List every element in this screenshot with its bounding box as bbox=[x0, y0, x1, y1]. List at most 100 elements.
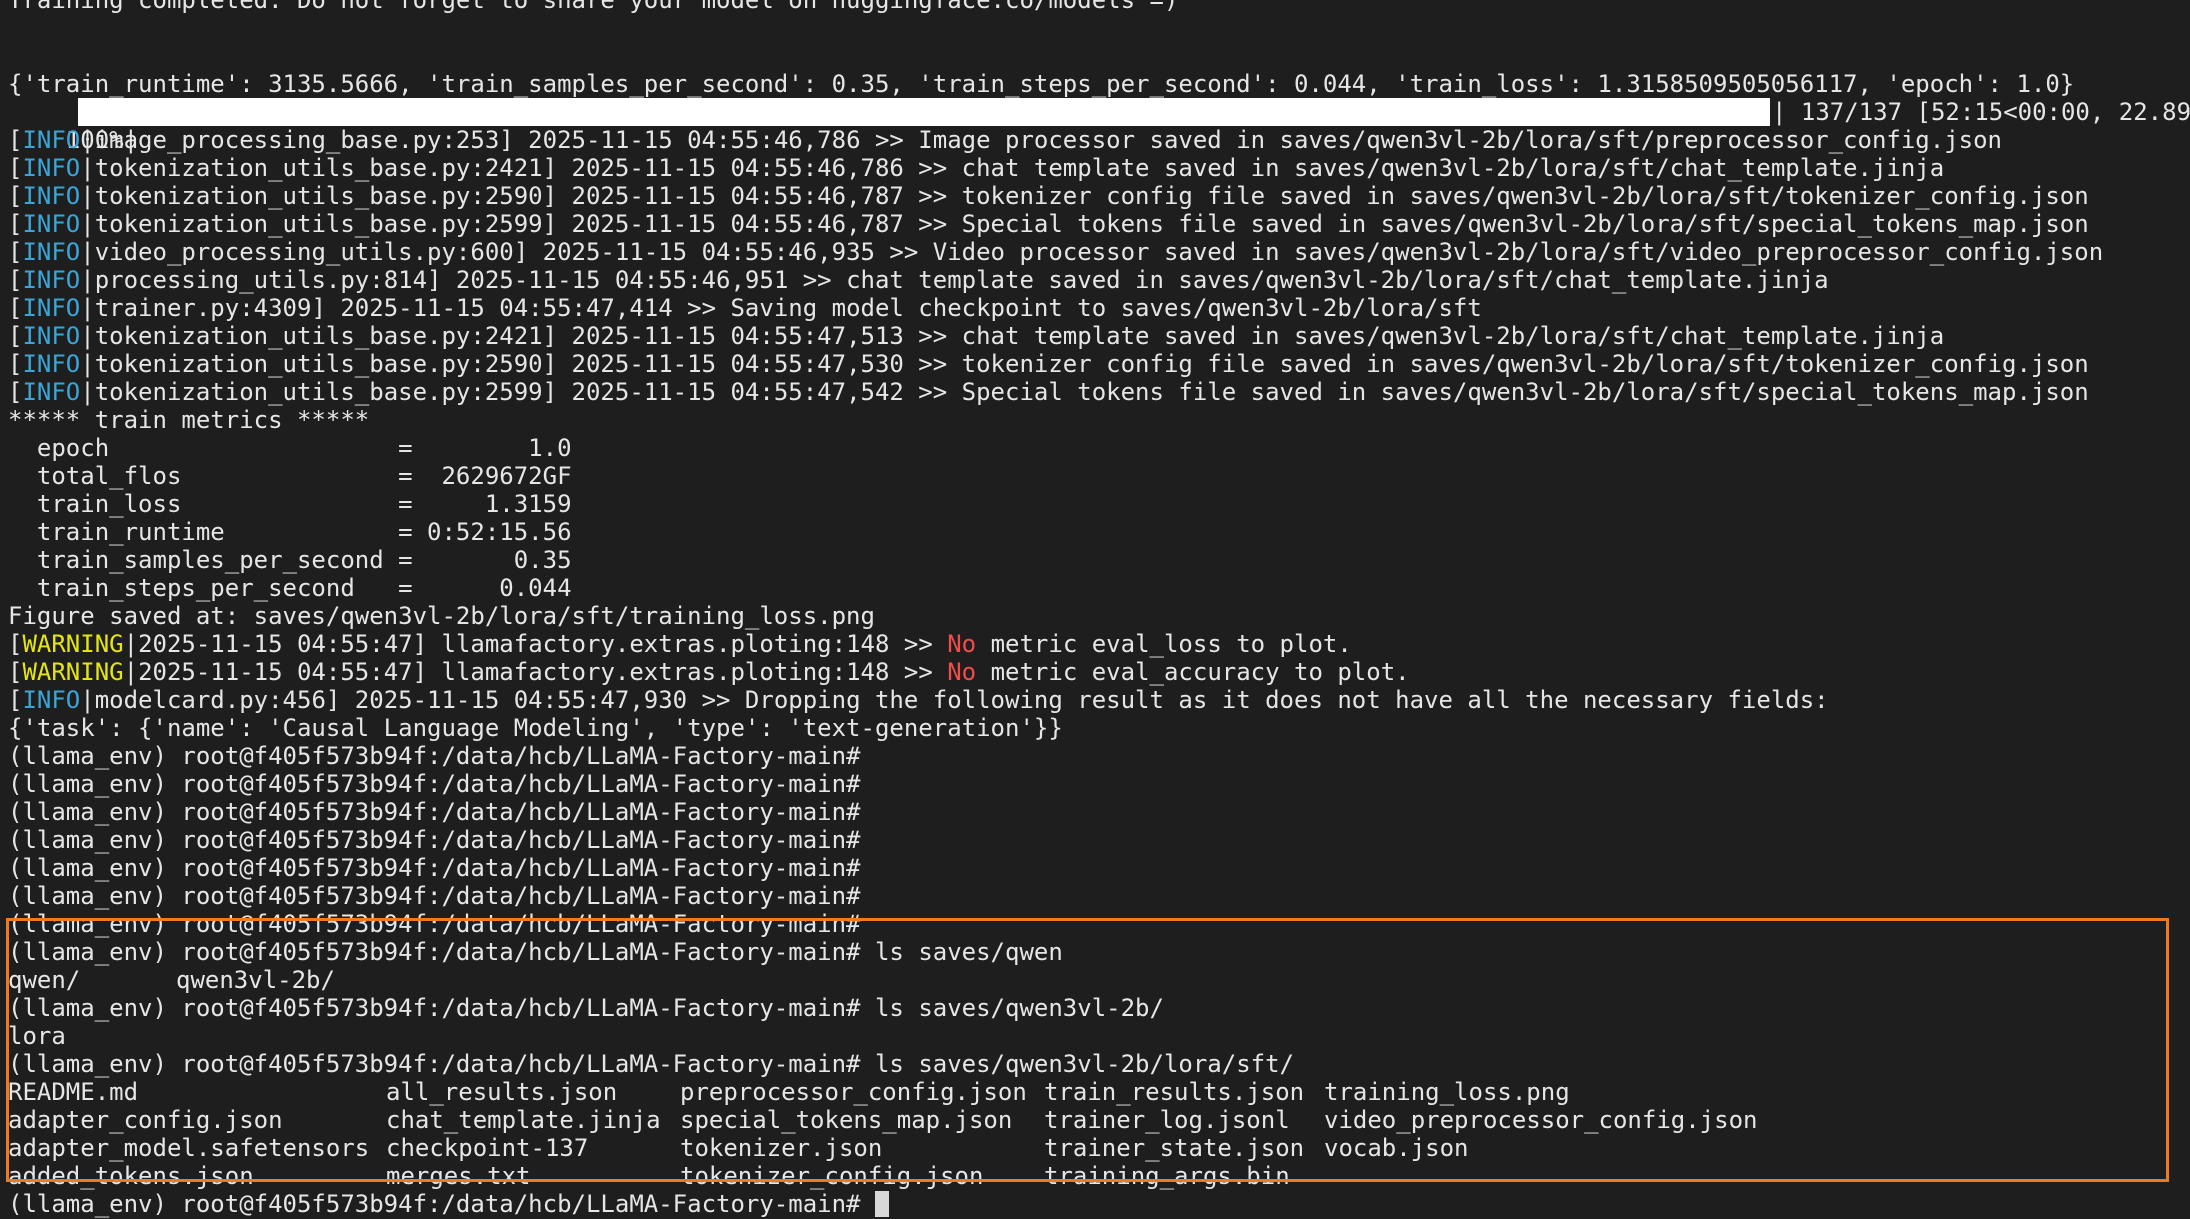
cursor bbox=[874, 1191, 889, 1217]
modelcard-log-line: [INFO|modelcard.py:456] 2025-11-15 04:55… bbox=[8, 686, 1829, 714]
listing-row: adapter_model.safetensors checkpoint-137 t… bbox=[8, 1134, 1469, 1162]
file-entry: video_preprocessor_config.json bbox=[1324, 1106, 1758, 1134]
prompt: (llama_env) root@f405f573b94f:/data/hcb/… bbox=[8, 994, 861, 1022]
log-line: [INFO|tokenization_utils_base.py:2599] 2… bbox=[8, 378, 2089, 406]
file-entry: special_tokens_map.json bbox=[680, 1106, 1013, 1134]
metric-epoch: epoch = 1.0 bbox=[8, 434, 572, 462]
info-tag: INFO bbox=[22, 686, 81, 714]
listing-row: README.md all_results.json preprocessor_co… bbox=[8, 1078, 1570, 1106]
log-text: modelcard.py:456] 2025-11-15 04:55:47,93… bbox=[94, 686, 1829, 714]
figure-saved-line: Figure saved at: saves/qwen3vl-2b/lora/s… bbox=[8, 602, 875, 630]
log-text: trainer.py:4309] 2025-11-15 04:55:47,414… bbox=[94, 294, 1482, 322]
command-text: ls saves/qwen bbox=[860, 938, 1063, 966]
log-line: [INFO|tokenization_utils_base.py:2590] 2… bbox=[8, 182, 2089, 210]
log-line: [INFO|image_processing_base.py:253] 2025… bbox=[8, 126, 2002, 154]
warning-line: [WARNING|2025-11-15 04:55:47] llamafacto… bbox=[8, 658, 1410, 686]
file-entry: adapter_model.safetensors bbox=[8, 1134, 370, 1162]
file-entry: all_results.json bbox=[386, 1078, 618, 1106]
prompt-line: (llama_env) root@f405f573b94f:/data/hcb/… bbox=[8, 742, 861, 770]
current-prompt-line[interactable]: (llama_env) root@f405f573b94f:/data/hcb/… bbox=[8, 1190, 889, 1218]
prompt-line: (llama_env) root@f405f573b94f:/data/hcb/… bbox=[8, 854, 861, 882]
metric-train-loss: train_loss = 1.3159 bbox=[8, 490, 572, 518]
metric-train-runtime: train_runtime = 0:52:15.56 bbox=[8, 518, 572, 546]
dir-entry: qwen/ bbox=[8, 966, 81, 994]
prompt: (llama_env) root@f405f573b94f:/data/hcb/… bbox=[8, 1050, 861, 1078]
file-entry: added_tokens.json bbox=[8, 1162, 254, 1190]
training-completed-line: Training completed. Do not forget to sha… bbox=[8, 0, 1179, 14]
log-text: tokenization_utils_base.py:2590] 2025-11… bbox=[94, 182, 2089, 210]
info-tag: INFO bbox=[22, 182, 81, 210]
log-text: tokenization_utils_base.py:2599] 2025-11… bbox=[94, 378, 2089, 406]
dir-entry: qwen3vl-2b/ bbox=[176, 966, 335, 994]
log-text: tokenization_utils_base.py:2590] 2025-11… bbox=[94, 350, 2089, 378]
file-entry: tokenizer_config.json bbox=[680, 1162, 984, 1190]
command-text: ls saves/qwen3vl-2b/ bbox=[860, 994, 1164, 1022]
log-line: [INFO|processing_utils.py:814] 2025-11-1… bbox=[8, 266, 1829, 294]
log-line: [INFO|video_processing_utils.py:600] 202… bbox=[8, 238, 2104, 266]
warning-suffix: metric eval_loss to plot. bbox=[976, 630, 1352, 658]
log-text: tokenization_utils_base.py:2421] 2025-11… bbox=[94, 154, 1945, 182]
info-tag: INFO bbox=[22, 126, 81, 154]
file-entry: checkpoint-137 bbox=[386, 1134, 589, 1162]
info-tag: INFO bbox=[22, 378, 81, 406]
file-entry: chat_template.jinja bbox=[386, 1106, 661, 1134]
command-line: (llama_env) root@f405f573b94f:/data/hcb/… bbox=[8, 1050, 1294, 1078]
log-line: [INFO|tokenization_utils_base.py:2590] 2… bbox=[8, 350, 2089, 378]
info-tag: INFO bbox=[22, 294, 81, 322]
warning-line: [WARNING|2025-11-15 04:55:47] llamafacto… bbox=[8, 630, 1352, 658]
progress-tail: | 137/137 [52:15<00:00, 22.89s bbox=[1772, 98, 2190, 126]
file-entry: preprocessor_config.json bbox=[680, 1078, 1027, 1106]
log-line: [INFO|trainer.py:4309] 2025-11-15 04:55:… bbox=[8, 294, 1482, 322]
file-entry: training_args.bin bbox=[1044, 1162, 1290, 1190]
warning-suffix: metric eval_accuracy to plot. bbox=[976, 658, 1410, 686]
info-tag: INFO bbox=[22, 154, 81, 182]
file-entry: train_results.json bbox=[1044, 1078, 1305, 1106]
file-entry: vocab.json bbox=[1324, 1134, 1469, 1162]
command-line: (llama_env) root@f405f573b94f:/data/hcb/… bbox=[8, 938, 1063, 966]
info-tag: INFO bbox=[22, 266, 81, 294]
info-tag: INFO bbox=[22, 210, 81, 238]
log-text: tokenization_utils_base.py:2421] 2025-11… bbox=[94, 322, 1945, 350]
metric-total-flos: total_flos = 2629672GF bbox=[8, 462, 572, 490]
file-entry: merges.txt bbox=[386, 1162, 531, 1190]
file-entry: trainer_state.json bbox=[1044, 1134, 1305, 1162]
warning-tag: WARNING bbox=[22, 630, 124, 658]
no-word: No bbox=[947, 658, 977, 686]
prompt: (llama_env) root@f405f573b94f:/data/hcb/… bbox=[8, 1190, 861, 1218]
info-tag: INFO bbox=[22, 350, 81, 378]
task-dict-line: {'task': {'name': 'Causal Language Model… bbox=[8, 714, 1063, 742]
metric-samples-per-second: train_samples_per_second = 0.35 bbox=[8, 546, 572, 574]
prompt-line: (llama_env) root@f405f573b94f:/data/hcb/… bbox=[8, 770, 861, 798]
log-text: processing_utils.py:814] 2025-11-15 04:5… bbox=[94, 266, 1829, 294]
ls-output-line: qwen/qwen3vl-2b/ bbox=[8, 966, 335, 994]
prompt-line: (llama_env) root@f405f573b94f:/data/hcb/… bbox=[8, 882, 861, 910]
metric-steps-per-second: train_steps_per_second = 0.044 bbox=[8, 574, 572, 602]
warning-tag: WARNING bbox=[22, 658, 124, 686]
log-line: [INFO|tokenization_utils_base.py:2421] 2… bbox=[8, 154, 1945, 182]
log-text: video_processing_utils.py:600] 2025-11-1… bbox=[94, 238, 2104, 266]
warning-prefix: 2025-11-15 04:55:47] llamafactory.extras… bbox=[138, 630, 948, 658]
prompt-line: (llama_env) root@f405f573b94f:/data/hcb/… bbox=[8, 910, 861, 938]
listing-row: added_tokens.json merges.txt tokenizer_con… bbox=[8, 1162, 1324, 1190]
file-entry: trainer_log.jsonl bbox=[1044, 1106, 1290, 1134]
file-entry: README.md bbox=[8, 1078, 139, 1106]
info-tag: INFO bbox=[22, 238, 81, 266]
train-metrics-dict: {'train_runtime': 3135.5666, 'train_samp… bbox=[8, 70, 2075, 98]
command-text: ls saves/qwen3vl-2b/lora/sft/ bbox=[860, 1050, 1294, 1078]
prompt-line: (llama_env) root@f405f573b94f:/data/hcb/… bbox=[8, 826, 861, 854]
log-text: tokenization_utils_base.py:2599] 2025-11… bbox=[94, 210, 2089, 238]
prompt: (llama_env) root@f405f573b94f:/data/hcb/… bbox=[8, 938, 861, 966]
log-line: [INFO|tokenization_utils_base.py:2599] 2… bbox=[8, 210, 2089, 238]
file-entry: tokenizer.json bbox=[680, 1134, 883, 1162]
log-text: image_processing_base.py:253] 2025-11-15… bbox=[94, 126, 2002, 154]
file-entry: adapter_config.json bbox=[8, 1106, 283, 1134]
prompt-line: (llama_env) root@f405f573b94f:/data/hcb/… bbox=[8, 798, 861, 826]
file-entry: training_loss.png bbox=[1324, 1078, 1570, 1106]
ls-output-line: lora bbox=[8, 1022, 66, 1050]
command-line: (llama_env) root@f405f573b94f:/data/hcb/… bbox=[8, 994, 1164, 1022]
terminal-window[interactable]: Training completed. Do not forget to sha… bbox=[0, 0, 2190, 1219]
info-tag: INFO bbox=[22, 322, 81, 350]
listing-row: adapter_config.json chat_template.jinja sp… bbox=[8, 1106, 1757, 1134]
progress-bar-fill bbox=[78, 98, 1770, 126]
train-metrics-header: ***** train metrics ***** bbox=[8, 406, 370, 434]
